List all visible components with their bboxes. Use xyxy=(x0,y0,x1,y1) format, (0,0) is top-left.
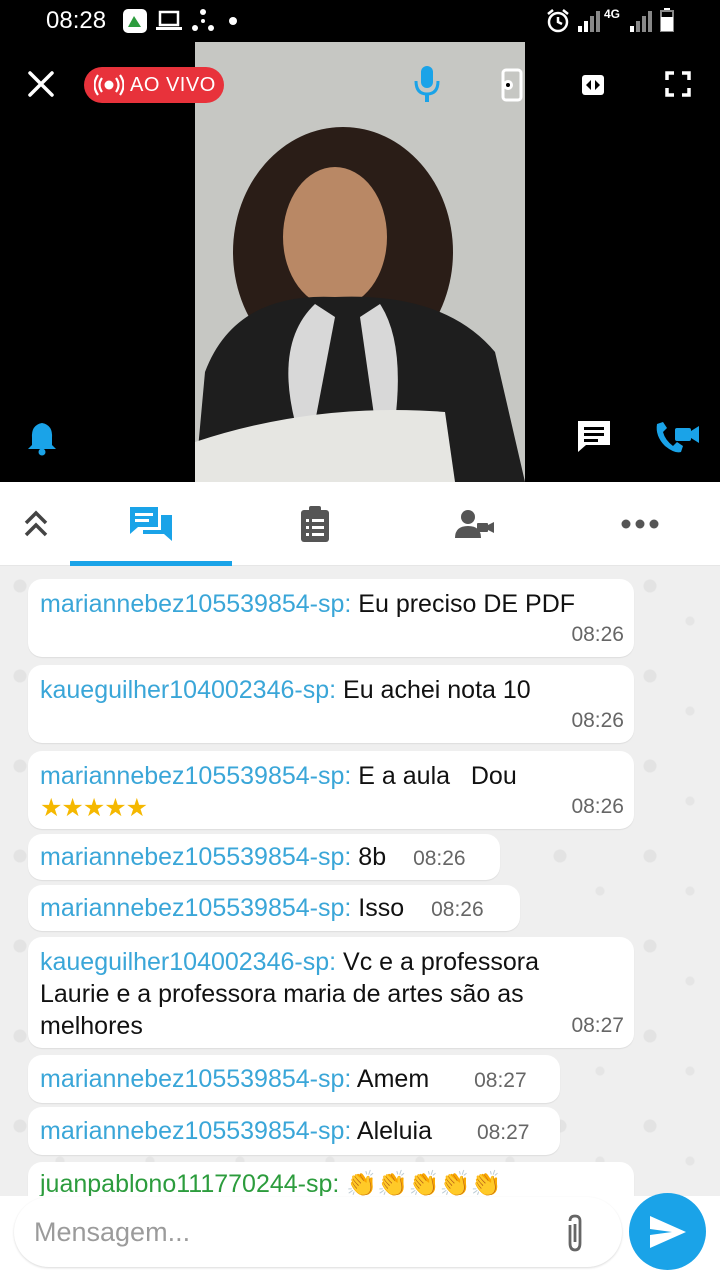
message-time: 08:27 xyxy=(474,1069,527,1092)
presenter-image xyxy=(195,42,525,482)
send-icon xyxy=(649,1215,686,1248)
chat-messages[interactable]: mariannebez105539854-sp: Eu preciso DE P… xyxy=(0,566,720,1196)
message-text-line2: Laurie e a professora maria de artes são… xyxy=(40,980,524,1008)
app-notification-icon xyxy=(123,9,147,33)
tab-chat[interactable] xyxy=(70,482,232,566)
message-user: mariannebez105539854-sp: xyxy=(40,1065,352,1093)
chat-message: mariannebez105539854-sp: Eu preciso DE P… xyxy=(28,579,634,657)
signal-2-icon xyxy=(630,11,652,32)
live-label: AO VIVO xyxy=(130,73,216,96)
network-nodes-icon xyxy=(192,9,214,31)
message-text: Aleluia xyxy=(356,1117,432,1145)
message-input[interactable]: Mensagem... xyxy=(14,1197,622,1267)
more-dots-icon xyxy=(621,519,659,529)
message-text: Vc e a professora xyxy=(343,948,539,976)
message-user: kaueguilher104002346-sp: xyxy=(40,676,337,704)
chat-icon[interactable] xyxy=(575,418,613,454)
message-user: mariannebez105539854-sp: xyxy=(40,894,352,922)
tab-collapse[interactable] xyxy=(10,482,62,566)
broadcast-icon xyxy=(94,74,124,96)
alarm-icon xyxy=(547,9,569,33)
clipboard-icon xyxy=(301,506,329,542)
laptop-icon xyxy=(156,10,182,30)
tab-participants[interactable] xyxy=(400,482,550,566)
star-rating: ★★★★★ xyxy=(40,794,148,822)
tab-more[interactable] xyxy=(590,482,690,566)
dot-icon xyxy=(229,17,237,25)
fullscreen-icon[interactable] xyxy=(665,71,691,97)
message-user: mariannebez105539854-sp: xyxy=(40,762,352,790)
video-call-icon[interactable] xyxy=(655,422,701,454)
message-time: 08:26 xyxy=(413,847,466,870)
camera-feed xyxy=(195,42,525,482)
send-button[interactable] xyxy=(629,1193,706,1270)
switch-camera-icon[interactable] xyxy=(578,74,610,96)
message-time: 08:26 xyxy=(571,623,624,646)
message-text: 8b xyxy=(358,843,387,871)
message-text-line3: melhores xyxy=(40,1012,143,1040)
message-text: Isso xyxy=(358,894,405,922)
message-time: 08:27 xyxy=(476,1121,530,1144)
chat-message: kaueguilher104002346-sp: Eu achei nota 1… xyxy=(28,665,634,743)
live-video: AO VIVO xyxy=(0,42,720,482)
screen-settings-icon[interactable] xyxy=(497,68,525,102)
signal-icon xyxy=(578,11,600,32)
close-icon[interactable] xyxy=(27,70,55,98)
message-text: Eu preciso DE PDF xyxy=(358,590,576,618)
chat-bubbles-icon xyxy=(130,507,172,541)
tab-notes[interactable] xyxy=(240,482,390,566)
chat-message: kaueguilher104002346-sp: Vc e a professo… xyxy=(28,937,634,1048)
paperclip-icon[interactable] xyxy=(564,1213,586,1253)
double-chevron-up-icon xyxy=(24,510,48,537)
message-user: mariannebez105539854-sp: xyxy=(40,843,352,871)
battery-icon xyxy=(660,8,674,32)
person-video-icon xyxy=(455,510,494,538)
message-user: mariannebez105539854-sp: xyxy=(40,590,352,618)
message-user: mariannebez105539854-sp: xyxy=(40,1117,352,1145)
status-bar: 08:28 4G xyxy=(0,0,720,42)
message-time: 08:26 xyxy=(431,898,484,921)
live-badge: AO VIVO xyxy=(84,67,224,103)
message-user: kaueguilher104002346-sp: xyxy=(40,948,337,976)
chat-message: mariannebez105539854-sp: 8b 08:26 xyxy=(28,834,500,880)
message-time: 08:27 xyxy=(571,1014,624,1037)
chat-message: mariannebez105539854-sp: E a aula Dou ★★… xyxy=(28,751,634,829)
message-time: 08:26 xyxy=(571,795,624,818)
message-placeholder: Mensagem... xyxy=(34,1217,191,1247)
message-time: 08:26 xyxy=(571,709,624,732)
message-text: Amem xyxy=(356,1065,430,1093)
message-text: E a aula Dou xyxy=(358,762,517,790)
tab-bar xyxy=(0,482,720,566)
composer: Mensagem... xyxy=(0,1190,720,1280)
microphone-icon[interactable] xyxy=(413,64,441,104)
message-text: Eu achei nota 10 xyxy=(343,676,531,704)
network-type: 4G xyxy=(604,7,621,21)
chat-message: mariannebez105539854-sp: Aleluia 08:27 xyxy=(28,1107,560,1155)
bell-icon[interactable] xyxy=(26,420,58,456)
chat-message: mariannebez105539854-sp: Amem 08:27 xyxy=(28,1055,560,1103)
chat-message: mariannebez105539854-sp: Isso 08:26 xyxy=(28,885,520,931)
status-time: 08:28 xyxy=(46,7,107,34)
